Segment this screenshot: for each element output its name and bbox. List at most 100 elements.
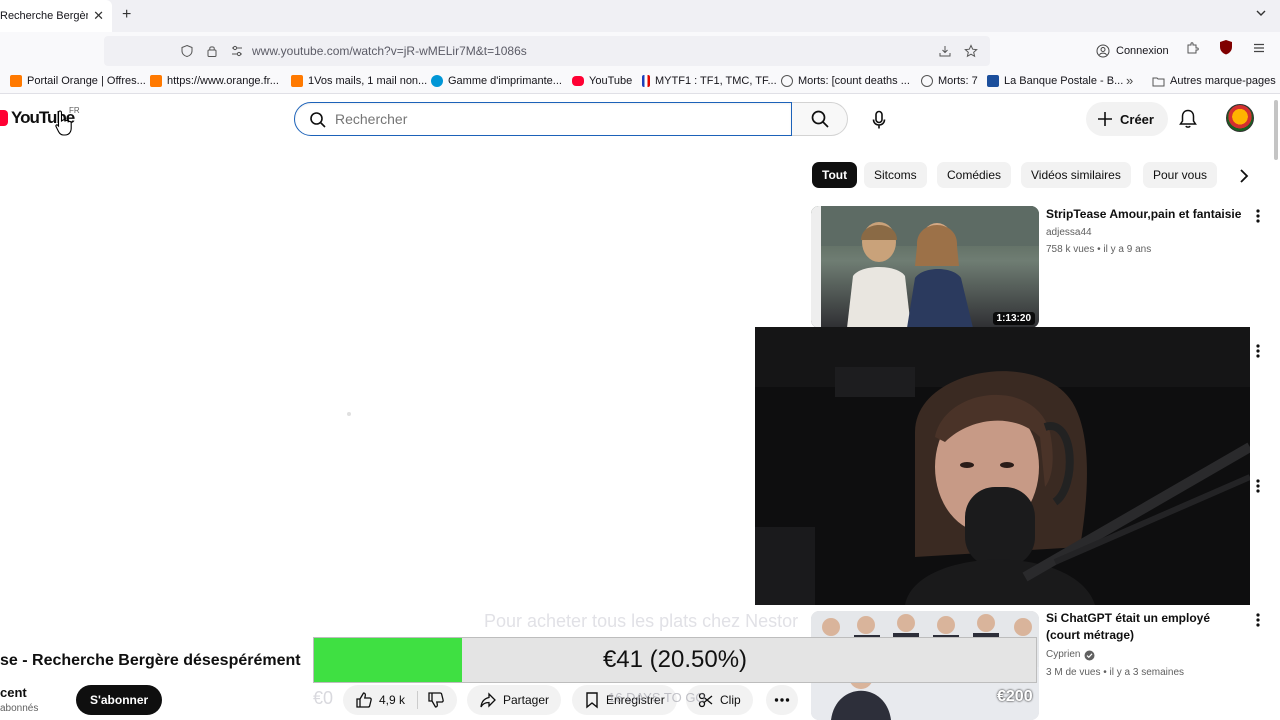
search-field[interactable] (294, 102, 792, 136)
plus-icon (1098, 112, 1112, 126)
donation-progress-bar: €41 (20.50%) (313, 637, 1037, 683)
bookmark-item[interactable]: MYTF1 : TF1, TMC, TF... (642, 75, 777, 87)
navigation-toolbar: www.youtube.com/watch?v=jR-wMELir7M&t=10… (0, 32, 1280, 81)
donation-goal-label: €200 (997, 688, 1033, 705)
webcam-overlay (755, 327, 1250, 605)
search-button[interactable] (792, 102, 848, 136)
menu-hamburger-icon[interactable] (1252, 41, 1266, 55)
hp-favicon-icon (431, 75, 443, 87)
tab-list-chevron-icon[interactable] (1254, 6, 1268, 20)
bookmark-item[interactable]: 1Vos mails, 1 mail non... (291, 75, 427, 87)
notifications-bell-icon[interactable] (1178, 108, 1198, 130)
verified-check-icon (1084, 650, 1095, 660)
more-horizontal-icon (774, 698, 790, 702)
bookmark-item[interactable]: Gamme d'imprimante... (431, 75, 562, 87)
account-label: Connexion (1116, 45, 1169, 57)
chip-similar-videos[interactable]: Vidéos similaires (1021, 162, 1131, 188)
bookmark-item[interactable]: YouTube (572, 75, 632, 87)
more-options-icon[interactable] (1254, 612, 1262, 628)
search-icon (309, 111, 327, 129)
tab-strip: Recherche Bergère ✕ + (0, 0, 1280, 32)
more-actions-button[interactable] (766, 685, 798, 715)
url-text: www.youtube.com/watch?v=jR-wMELir7M&t=10… (252, 44, 527, 58)
voice-search-button[interactable] (860, 101, 898, 139)
chip-comedies[interactable]: Comédies (937, 162, 1012, 188)
more-options-icon[interactable] (1254, 478, 1262, 494)
video-duration: 1:13:20 (992, 312, 1035, 325)
clip-label: Clip (720, 693, 741, 707)
video-thumbnail[interactable]: 1:13:20 (811, 206, 1039, 328)
create-label: Créer (1120, 111, 1154, 127)
globe-icon (921, 75, 933, 87)
video-title[interactable]: StripTease Amour,pain et fantaisie (1046, 206, 1246, 223)
tracking-shield-icon[interactable] (180, 44, 194, 58)
more-options-icon[interactable] (1254, 208, 1262, 224)
bookmarks-toolbar: Portail Orange | Offres... https://www.o… (0, 70, 1280, 94)
permissions-icon[interactable] (230, 44, 244, 58)
bookmark-item[interactable]: La Banque Postale - B... (987, 75, 1123, 87)
tf1-favicon-icon (642, 75, 650, 87)
youtube-favicon-icon (572, 76, 584, 86)
ublock-extension-icon[interactable] (1218, 38, 1234, 56)
bookmark-item[interactable]: Morts: [count deaths ... (781, 75, 910, 87)
subscriber-count: abonnés (0, 703, 39, 714)
reader-download-icon[interactable] (938, 44, 952, 58)
share-arrow-icon (480, 692, 496, 708)
bank-favicon-icon (987, 75, 999, 87)
search-input[interactable] (335, 103, 775, 135)
thumbnail-image (811, 206, 1039, 328)
bookmark-favicon-icon (291, 75, 303, 87)
bookmark-favicon-icon (10, 75, 22, 87)
bookmark-item[interactable]: Portail Orange | Offres... (10, 75, 146, 87)
thumbs-up-icon (356, 692, 372, 708)
video-meta: 758 k vues • il y a 9 ans (1046, 244, 1152, 255)
account-button[interactable]: Connexion (1090, 36, 1175, 66)
close-tab-icon[interactable]: ✕ (93, 8, 104, 24)
more-options-icon[interactable] (1254, 343, 1262, 359)
divider (417, 691, 418, 709)
channel-row[interactable]: Cyprien (1046, 648, 1095, 662)
channel-name-main[interactable]: cent (0, 685, 27, 700)
chip-for-you[interactable]: Pour vous (1143, 162, 1218, 188)
search-icon (811, 110, 829, 128)
microphone-icon (872, 110, 886, 129)
lock-icon[interactable] (206, 44, 218, 58)
subscribe-button[interactable]: S'abonner (76, 685, 163, 715)
extensions-puzzle-icon[interactable] (1186, 41, 1200, 55)
other-bookmarks-folder[interactable]: Autres marque-pages (1152, 75, 1276, 87)
address-bar[interactable]: www.youtube.com/watch?v=jR-wMELir7M&t=10… (104, 36, 990, 66)
channel-name[interactable]: Cyprien (1046, 648, 1080, 662)
thumbs-down-icon[interactable] (427, 691, 445, 709)
chip-sitcoms[interactable]: Sitcoms (864, 162, 927, 188)
overlay-subtitle: Pour acheter tous les plats chez Nestor (484, 611, 799, 631)
globe-icon (781, 75, 793, 87)
active-tab[interactable]: Recherche Bergère ✕ (0, 0, 112, 32)
share-button[interactable]: Partager (467, 685, 562, 715)
folder-icon (1152, 77, 1165, 86)
video-meta: 3 M de vues • il y a 3 semaines (1046, 667, 1185, 678)
hand-cursor-icon (54, 109, 74, 137)
video-title-main: se - Recherche Bergère désespérément (0, 652, 301, 669)
bookmark-item[interactable]: Morts: 7 (921, 75, 978, 87)
share-label: Partager (503, 693, 550, 707)
tab-title: Recherche Bergère (0, 10, 88, 22)
youtube-play-icon (0, 110, 8, 126)
user-avatar[interactable] (1226, 104, 1254, 132)
channel-name[interactable]: adjessa44 (1046, 226, 1092, 240)
like-count: 4,9 k (379, 693, 406, 707)
days-remaining-label: 16 DAYS TO GO (608, 690, 706, 705)
more-bookmarks-chevron-icon[interactable]: » (1126, 73, 1133, 88)
bookmark-save-icon (586, 692, 598, 709)
bookmark-star-icon[interactable] (964, 44, 978, 58)
page-scrollbar[interactable] (1274, 100, 1278, 160)
chip-all[interactable]: Tout (812, 162, 858, 188)
video-title[interactable]: Si ChatGPT était un employé (court métra… (1046, 610, 1246, 644)
create-button[interactable]: Créer (1086, 102, 1168, 136)
bookmark-item[interactable]: https://www.orange.fr... (150, 75, 279, 87)
donation-amount: €41 (20.50%) (602, 646, 748, 673)
loading-indicator (347, 412, 351, 416)
account-icon (1096, 44, 1110, 58)
donation-start-label: €0 (313, 688, 334, 708)
chevron-right-icon[interactable] (1236, 167, 1252, 185)
new-tab-plus-icon[interactable]: + (122, 6, 131, 24)
